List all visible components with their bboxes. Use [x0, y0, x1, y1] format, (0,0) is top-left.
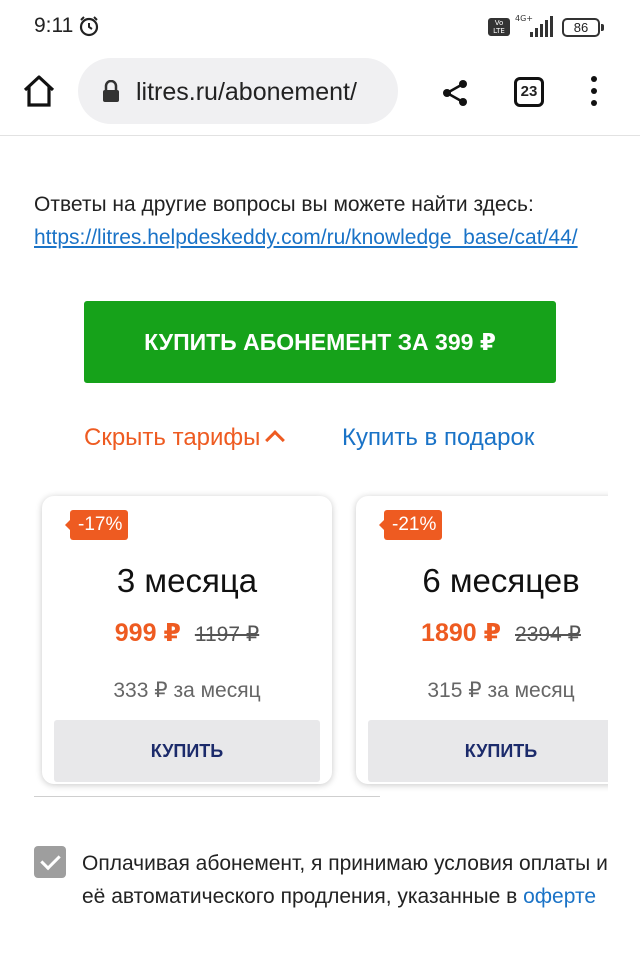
share-icon[interactable] — [440, 78, 470, 108]
tariff-buy-button[interactable]: КУПИТЬ — [368, 720, 608, 782]
url-text: litres.ru/abonement/ — [136, 78, 357, 106]
consent-text: Оплачивая абонемент, я принимаю условия … — [82, 847, 622, 913]
discount-badge: -21% — [378, 510, 443, 540]
tariff-prices: 999 ₽ 1197 ₽ — [42, 618, 332, 648]
carousel-scroll-indicator — [34, 796, 380, 797]
help-link[interactable]: https://litres.helpdeskeddy.com/ru/knowl… — [34, 226, 640, 250]
hide-tariffs-label: Скрыть тарифы — [84, 424, 261, 451]
tariff-carousel[interactable]: -17% 3 месяца 999 ₽ 1197 ₽ 333 ₽ за месяц… — [34, 486, 608, 796]
tariff-title: 6 месяцев — [422, 562, 580, 599]
tariff-prices: 1890 ₽ 2394 ₽ — [356, 618, 608, 648]
volte-icon: Vo LTE — [488, 18, 510, 36]
browser-toolbar: litres.ru/abonement/ 23 — [0, 52, 640, 136]
alarm-icon — [79, 16, 99, 37]
tariff-buy-button[interactable]: КУПИТЬ — [54, 720, 320, 782]
help-text: Ответы на другие вопросы вы можете найти… — [34, 193, 534, 216]
consent-checkbox[interactable] — [34, 846, 66, 878]
tariff-old-price: 2394 ₽ — [515, 623, 581, 646]
tabs-switcher-button[interactable]: 23 — [514, 77, 544, 107]
address-bar[interactable]: litres.ru/abonement/ — [78, 58, 398, 124]
discount-badge: -17% — [64, 510, 129, 540]
battery-icon: 86 — [562, 18, 604, 37]
chevron-up-icon — [265, 430, 286, 450]
tariff-card-6-months: -21% 6 месяцев 1890 ₽ 2394 ₽ 315 ₽ за мес… — [356, 496, 608, 784]
signal-icon — [530, 16, 553, 37]
tariff-old-price: 1197 ₽ — [194, 623, 260, 646]
status-time: 9:11 — [34, 14, 74, 37]
hide-tariffs-toggle[interactable]: Скрыть тарифы — [84, 424, 286, 452]
tariff-card-3-months: -17% 3 месяца 999 ₽ 1197 ₽ 333 ₽ за месяц… — [42, 496, 332, 784]
tariff-price: 1890 ₽ — [421, 619, 502, 647]
overflow-menu-icon[interactable] — [586, 76, 602, 110]
tariff-monthly-price: 333 ₽ за месяц — [113, 679, 261, 702]
tariff-title: 3 месяца — [116, 562, 258, 599]
tariff-monthly-price: 315 ₽ за месяц — [427, 679, 575, 702]
lock-icon — [103, 80, 119, 102]
status-bar: 9:11 Vo LTE 4G+ 86 — [0, 0, 640, 52]
buy-subscription-button[interactable]: КУПИТЬ АБОНЕМЕНТ ЗА 399 ₽ — [84, 301, 556, 383]
offer-link[interactable]: оферте — [523, 885, 596, 908]
home-icon[interactable] — [22, 74, 56, 108]
buy-as-gift-link[interactable]: Купить в подарок — [342, 424, 534, 452]
tariff-price: 999 ₽ — [114, 619, 181, 647]
